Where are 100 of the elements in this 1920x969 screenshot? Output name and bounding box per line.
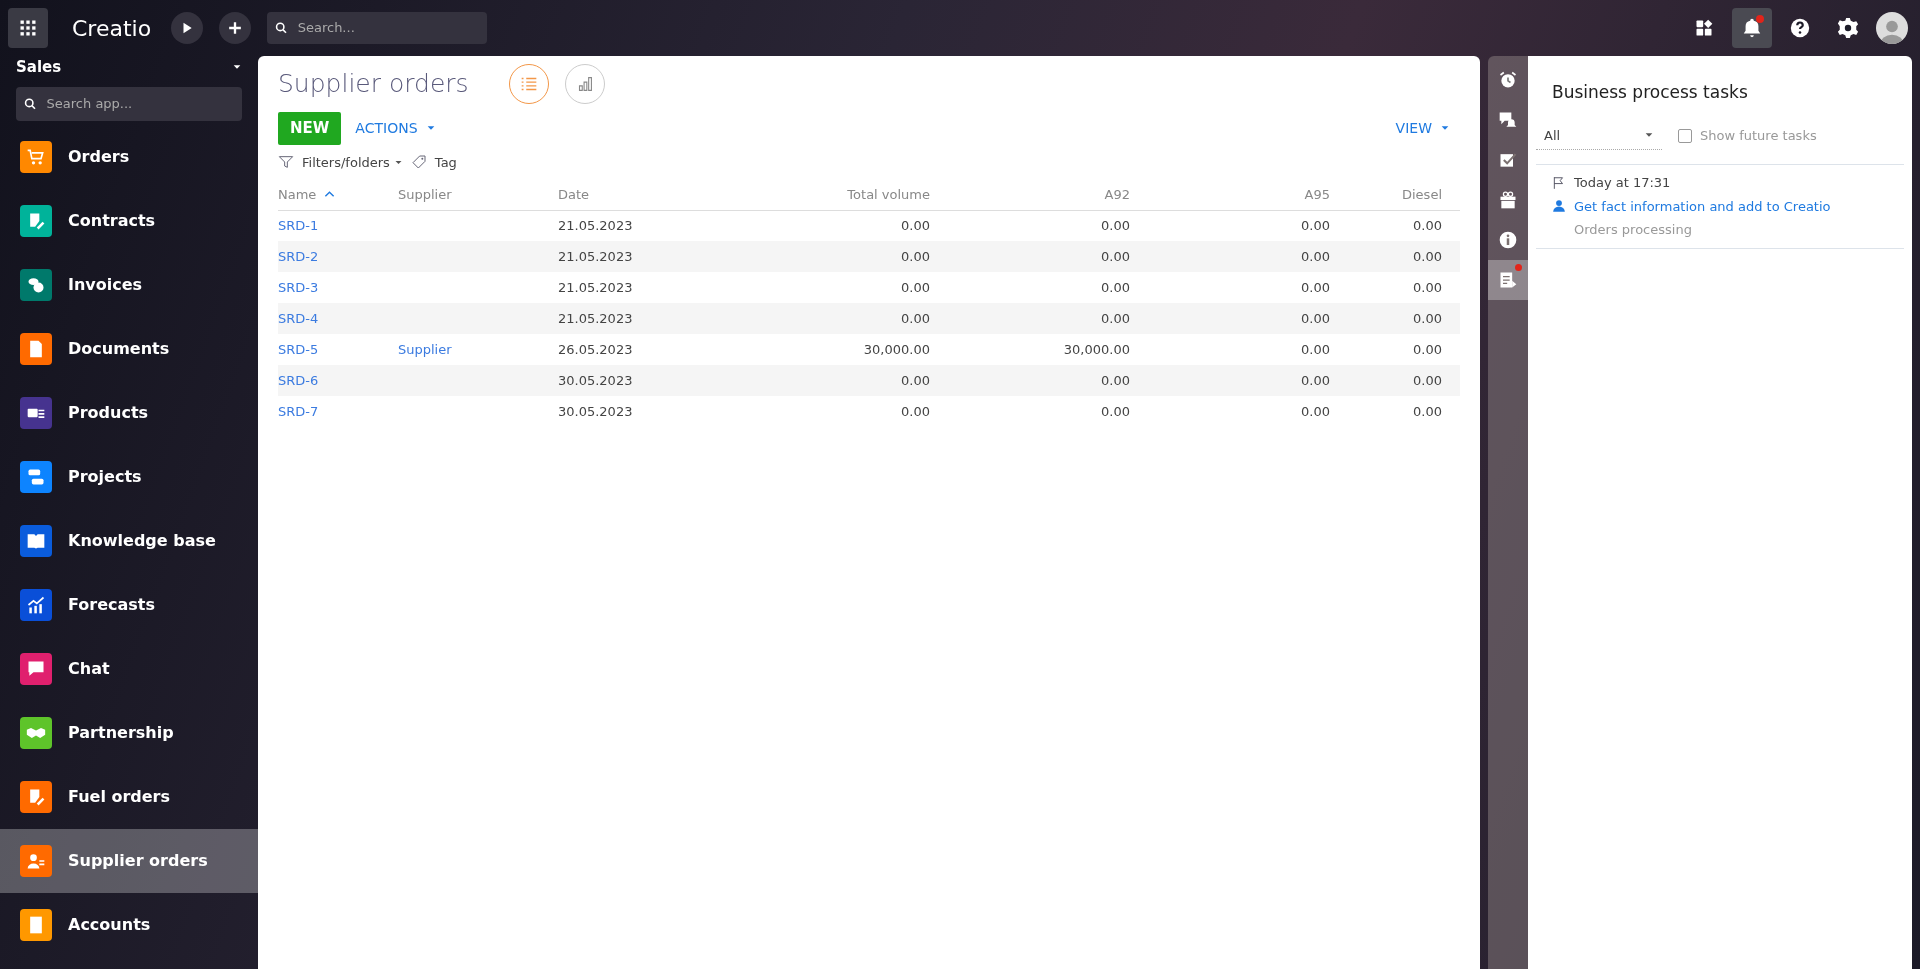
table-cell: 0.00 [901,279,930,295]
table-cell: 0.00 [901,248,930,264]
bar-chart-view-button[interactable] [564,64,605,104]
bell-icon [1741,17,1763,39]
column-header[interactable]: Total volume [847,185,930,205]
alarm-clock-icon [1498,70,1518,90]
flow-icon [26,467,46,487]
tag-button[interactable]: Tag [434,152,457,172]
record-link[interactable]: SRD-2 [278,248,319,264]
run-process-button[interactable] [171,12,204,44]
person-icon [1552,199,1566,214]
table-cell: 0.00 [1101,218,1130,233]
logo: Creatio [72,14,152,43]
sidebar-item[interactable]: Documents [0,317,258,381]
table-cell: 0.00 [1101,279,1130,295]
add-button[interactable] [219,12,252,44]
column-header[interactable]: Name [278,185,336,205]
table-cell: 0.00 [1301,341,1330,357]
info-icon [1498,230,1518,250]
flag-icon [1552,175,1566,190]
filter-dropdown[interactable]: All [1536,121,1662,150]
column-header[interactable]: A92 [1104,185,1130,205]
filters-dropdown[interactable]: Filters/folders [302,152,403,172]
sidebar-item[interactable]: Chat [0,637,258,701]
sidebar-item[interactable]: Orders [0,125,258,189]
record-link[interactable]: Supplier [398,341,452,357]
table-cell: 30.05.2023 [558,372,633,388]
show-future-tasks-checkbox[interactable]: Show future tasks [1678,126,1817,146]
table-cell: 0.00 [1301,403,1330,419]
sidebar-item[interactable]: Forecasts [0,573,258,637]
process-list-tab[interactable] [1488,260,1528,300]
search-icon [24,97,37,111]
settings-icon [1837,17,1859,39]
app-search-field[interactable]: Search app... [44,93,234,115]
sidebar-item[interactable]: Fuel orders [0,765,258,829]
record-link[interactable]: SRD-5 [278,341,319,357]
tiles-icon [1694,18,1714,38]
sidebar-item[interactable]: Accounts [0,893,258,957]
help-icon [1789,17,1811,39]
table-cell: 0.00 [1413,341,1442,357]
column-header[interactable]: Date [558,185,590,205]
notifications-button[interactable] [1732,8,1772,48]
view-dropdown[interactable]: VIEW [1389,116,1456,140]
table-cell: 0.00 [1101,372,1130,388]
table-cell: 26.05.2023 [558,341,633,357]
app-search-box[interactable]: Search app... [16,87,242,121]
sidebar-item[interactable]: Partnership [0,701,258,765]
table-cell: 0.00 [1101,248,1130,264]
record-link[interactable]: SRD-3 [278,279,319,295]
open-book-icon [26,531,46,551]
page-title: Supplier orders [278,68,469,101]
table-cell: 21.05.2023 [558,279,633,295]
search-icon [275,21,288,35]
actions-dropdown[interactable]: ACTIONS [349,116,442,140]
table-cell: 0.00 [1301,310,1330,326]
sidebar-item[interactable]: Invoices [0,253,258,317]
table-cell: 0.00 [1301,279,1330,295]
column-header[interactable]: A95 [1304,185,1330,205]
search-box[interactable]: Search... [267,12,488,44]
record-link[interactable]: SRD-4 [278,310,319,326]
table-cell: 30,000.00 [863,341,930,357]
table-cell: 30.05.2023 [558,403,633,419]
panel-title: Business process tasks [1551,81,1749,104]
table-cell: 0.00 [1301,218,1330,233]
search-field[interactable]: Search... [295,17,480,39]
table-cell: 0.00 [1101,310,1130,326]
process-list-icon [1498,270,1518,290]
task-link[interactable]: Get fact information and add to Creatio [1574,196,1831,216]
sidebar-item[interactable]: Knowledge base [0,509,258,573]
table-cell: 0.00 [901,218,930,233]
table-cell: 21.05.2023 [558,218,633,233]
table-cell: 0.00 [1101,403,1130,419]
record-link[interactable]: SRD-6 [278,372,319,388]
column-header[interactable]: Diesel [1402,185,1442,205]
table-cell: 0.00 [901,310,930,326]
new-button[interactable]: NEW [278,112,342,145]
record-link[interactable]: SRD-7 [278,403,319,419]
table-cell: 30,000.00 [1063,341,1130,357]
table-cell: 0.00 [1301,372,1330,388]
tag-icon [410,154,427,171]
sidebar-item[interactable]: Projects [0,445,258,509]
user-avatar[interactable] [1876,12,1908,44]
column-header[interactable]: Supplier [398,185,452,205]
record-link[interactable]: SRD-1 [278,218,319,233]
table-cell: 0.00 [1413,310,1442,326]
sidebar-item[interactable]: Contracts [0,189,258,253]
table-cell: 0.00 [1413,248,1442,264]
table-cell: 0.00 [1413,403,1442,419]
task-time: Today at 17:31 [1574,174,1671,192]
grid-icon [18,18,38,38]
task-process: Orders processing [1574,221,1693,239]
chat-bell-icon [1498,110,1518,130]
sidebar-item[interactable]: Products [0,381,258,445]
gift-icon [1498,190,1518,210]
table-cell: 0.00 [901,372,930,388]
sidebar-item[interactable]: Supplier orders [0,829,258,893]
table-cell: 21.05.2023 [558,248,633,264]
speech-bubble-icon [26,659,46,679]
person-list-icon [26,851,46,871]
app-grid-button[interactable] [8,8,48,48]
